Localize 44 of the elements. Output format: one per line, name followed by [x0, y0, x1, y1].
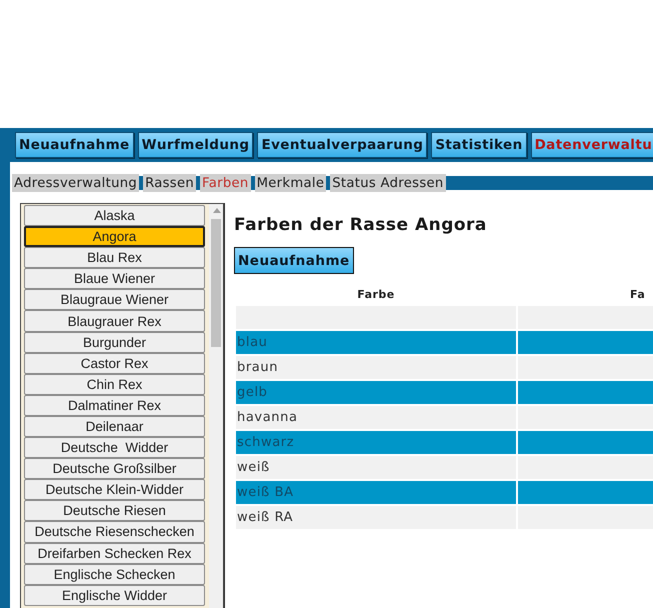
page-title: Farben der Rasse Angora	[234, 215, 487, 235]
breed-item[interactable]: Castor Rex	[24, 352, 205, 374]
nav-tab[interactable]: Neuaufnahme	[15, 132, 134, 158]
nav-tab[interactable]: Datenverwaltu	[530, 132, 653, 158]
table-cell: havanna	[237, 410, 298, 425]
breed-item[interactable]: Dreifarben Schecken Rex	[24, 542, 205, 564]
nav-tab[interactable]: Eventualverpaarung	[257, 132, 428, 158]
breed-item[interactable]: Englische Widder	[24, 584, 205, 606]
sub-tab[interactable]: Adressverwaltung	[12, 174, 140, 192]
breed-item[interactable]: Alaska	[24, 205, 205, 226]
breed-item[interactable]: Blaugrauer Rex	[24, 310, 205, 332]
breed-item[interactable]: Blaugraue Wiener	[24, 289, 205, 310]
breed-item[interactable]: Deutsche Riesenschecken	[24, 521, 205, 542]
table-cell: gelb	[237, 385, 268, 400]
breed-item[interactable]: Blau Rex	[24, 247, 205, 268]
breed-item[interactable]: Englische Schecken	[24, 564, 205, 585]
table-cell: blau	[237, 335, 268, 350]
sub-tab[interactable]: Farben	[200, 174, 251, 192]
sub-tab[interactable]: Status Adressen	[330, 174, 446, 192]
scrollbar[interactable]	[209, 204, 223, 608]
breed-item[interactable]: Deutsche Widder	[24, 437, 205, 458]
table-cell: weiß	[237, 460, 270, 475]
table-cell: braun	[237, 360, 278, 375]
breed-item[interactable]: Deutsche Großsilber	[24, 458, 205, 480]
nav-tab[interactable]: Wurfmeldung	[138, 132, 254, 158]
new-entry-button[interactable]: Neuaufnahme	[234, 247, 354, 274]
sub-tab[interactable]: Merkmale	[254, 174, 326, 192]
sub-tab[interactable]: Rassen	[143, 174, 196, 192]
breed-item[interactable]: Dalmatiner Rex	[24, 394, 205, 416]
column-header: Fa	[629, 286, 646, 302]
column-header: Farbe	[356, 286, 396, 302]
scroll-up-icon[interactable]	[213, 208, 221, 213]
breed-item[interactable]: Chin Rex	[24, 374, 205, 395]
breed-item[interactable]: Deilenaar	[24, 416, 205, 438]
breed-item[interactable]: Angora	[24, 226, 205, 248]
table-cell: weiß BA	[237, 485, 294, 500]
breed-item[interactable]: Deutsche Klein-Widder	[24, 479, 205, 500]
scrollbar-thumb[interactable]	[211, 219, 221, 347]
table-cell: schwarz	[237, 435, 294, 450]
breed-item[interactable]: Burgunder	[24, 332, 205, 353]
breed-item[interactable]: Deutsche Riesen	[24, 500, 205, 522]
nav-tab[interactable]: Statistiken	[431, 132, 527, 158]
breed-item[interactable]: Blaue Wiener	[24, 268, 205, 290]
table-cell: weiß RA	[237, 510, 294, 525]
